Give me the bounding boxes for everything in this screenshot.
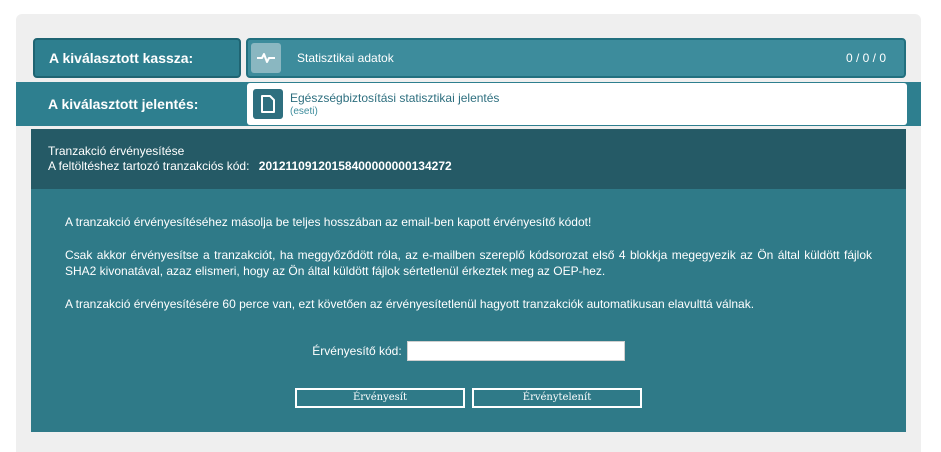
selected-register-name: Statisztikai adatok [297,51,394,65]
document-icon [253,89,283,119]
transaction-code-row: A feltöltéshez tartozó tranzakciós kód: … [48,159,889,174]
selected-report-subtitle: (eseti) [290,105,318,117]
selected-report-bar: A kiválasztott jelentés: Egészségbiztosí… [16,82,921,126]
invalidate-button[interactable]: Érvénytelenít [472,388,642,408]
instruction-paste-code: A tranzakció érvényesítéséhez másolja be… [65,215,592,229]
register-counts: 0 / 0 / 0 [845,51,886,65]
selected-register-label: A kiválasztott kassza: [33,38,241,78]
selected-register-label-text: A kiválasztott kassza: [49,50,194,66]
instruction-time-limit: A tranzakció érvényesítésére 60 perce va… [65,297,755,311]
selected-report-title: Egészségbiztosítási statisztikai jelenté… [290,90,500,105]
selected-register-box[interactable]: Statisztikai adatok 0 / 0 / 0 [246,38,906,78]
instruction-verify-hash: Csak akkor érvényesítse a tranzakciót, h… [65,248,872,278]
action-buttons: Érvényesít Érvénytelenít [31,388,906,408]
transaction-body: A tranzakció érvényesítéséhez másolja be… [31,189,906,432]
selected-report-label: A kiválasztott jelentés: [48,96,199,112]
transaction-code: 20121109120158400000000134272 [258,159,452,173]
validation-code-label: Érvényesítő kód: [312,344,402,358]
validation-code-input[interactable] [406,341,625,361]
pulse-icon [251,43,281,73]
transaction-header: Tranzakció érvényesítése A feltöltéshez … [31,129,906,189]
validation-code-row: Érvényesítő kód: [31,341,906,361]
selected-report-text: Egészségbiztosítási statisztikai jelenté… [290,91,499,118]
transaction-code-label: A feltöltéshez tartozó tranzakciós kód: [48,159,250,173]
selected-report-box[interactable]: Egészségbiztosítási statisztikai jelenté… [247,83,907,125]
validate-button[interactable]: Érvényesít [295,388,465,408]
transaction-heading: Tranzakció érvényesítése [48,144,185,158]
